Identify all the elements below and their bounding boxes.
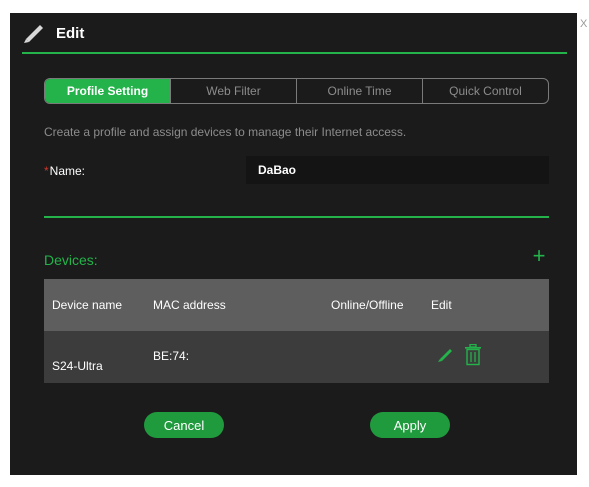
mac-address-cell: BE:74: xyxy=(153,349,190,363)
table-header: Device name MAC address Online/Offline E… xyxy=(44,279,549,331)
cancel-button[interactable]: Cancel xyxy=(144,412,224,438)
column-header-device-name: Device name xyxy=(52,298,123,312)
tab-online-time[interactable]: Online Time xyxy=(296,79,422,103)
profile-description: Create a profile and assign devices to m… xyxy=(44,125,407,139)
trash-icon[interactable] xyxy=(463,343,483,371)
pencil-icon xyxy=(22,22,46,44)
tab-quick-control[interactable]: Quick Control xyxy=(422,79,548,103)
name-label-text: Name: xyxy=(49,164,86,178)
dialog-title: Edit xyxy=(56,24,85,42)
close-button[interactable]: X xyxy=(580,18,587,30)
devices-table: Device name MAC address Online/Offline E… xyxy=(44,279,549,383)
tab-web-filter[interactable]: Web Filter xyxy=(170,79,296,103)
edit-device-icon[interactable] xyxy=(437,346,455,369)
apply-button[interactable]: Apply xyxy=(370,412,450,438)
column-header-online-offline: Online/Offline xyxy=(331,298,404,312)
tab-profile-setting[interactable]: Profile Setting xyxy=(45,79,170,103)
dialog-header: Edit xyxy=(22,22,84,44)
tab-bar: Profile Setting Web Filter Online Time Q… xyxy=(44,78,549,104)
column-header-edit: Edit xyxy=(431,298,452,312)
section-divider xyxy=(44,216,549,218)
name-label: *Name: xyxy=(44,164,85,178)
device-name-cell: S24-Ultra xyxy=(52,359,103,373)
name-input[interactable] xyxy=(246,156,549,184)
required-marker: * xyxy=(44,164,49,178)
add-device-button[interactable]: + xyxy=(528,243,550,268)
plus-icon: + xyxy=(532,243,546,268)
column-header-mac-address: MAC address xyxy=(153,298,226,312)
devices-label: Devices: xyxy=(44,252,98,268)
header-divider xyxy=(22,52,567,54)
table-row: S24-Ultra BE:74: xyxy=(44,331,549,383)
